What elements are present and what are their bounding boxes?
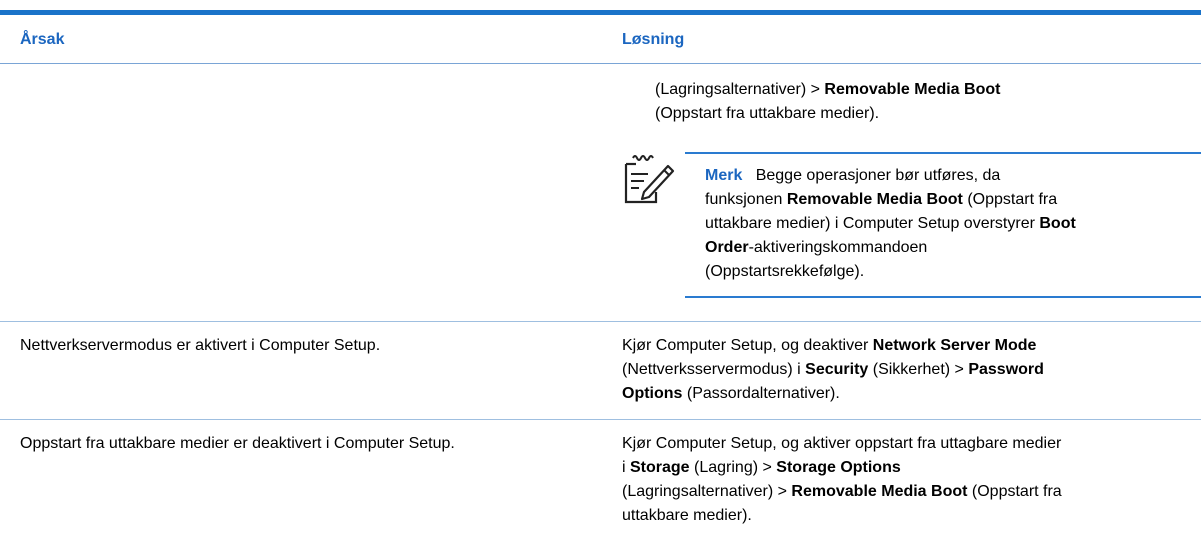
note-bottom-rule xyxy=(685,296,1201,298)
note-line3: uttakbare medier) i Computer Setup overs… xyxy=(705,215,1076,232)
row2-solution-line2: i Storage (Lagring) > Storage Options xyxy=(622,459,901,476)
row2-cause: Oppstart fra uttakbare medier er deaktiv… xyxy=(20,435,455,452)
note-line1: Merk Begge operasjoner bør utføres, da xyxy=(705,167,1001,184)
row-divider-1 xyxy=(0,321,1201,322)
row1-solution-line1: Kjør Computer Setup, og deaktiver Networ… xyxy=(622,337,1037,354)
row1-solution-line3: Options (Passordalternativer). xyxy=(622,385,840,402)
header-solution: Løsning xyxy=(622,31,685,48)
row1-cause: Nettverkservermodus er aktivert i Comput… xyxy=(20,337,381,354)
row0-solution-line2: (Oppstart fra uttakbare medier). xyxy=(655,105,880,122)
header-cause: Årsak xyxy=(20,31,65,48)
note-line4: Order-aktiveringskommandoen xyxy=(705,239,928,256)
row-divider-2 xyxy=(0,419,1201,420)
top-rule xyxy=(0,10,1201,15)
note-line2: funksjonen Removable Media Boot (Oppstar… xyxy=(705,191,1058,208)
header-divider xyxy=(0,63,1201,64)
note-top-rule xyxy=(685,152,1201,154)
note-pencil-icon xyxy=(624,155,675,204)
note-line5: (Oppstartsrekkefølge). xyxy=(705,263,865,280)
row2-solution-line4: uttakbare medier). xyxy=(622,507,752,524)
row1-solution-line2: (Nettverksservermodus) i Security (Sikke… xyxy=(622,361,1044,378)
row2-solution-line3: (Lagringsalternativer) > Removable Media… xyxy=(622,483,1062,500)
row2-solution-line1: Kjør Computer Setup, og aktiver oppstart… xyxy=(622,435,1062,452)
note-label: Merk xyxy=(705,167,743,184)
row0-solution-line1: (Lagringsalternativer) > Removable Media… xyxy=(655,81,1001,98)
